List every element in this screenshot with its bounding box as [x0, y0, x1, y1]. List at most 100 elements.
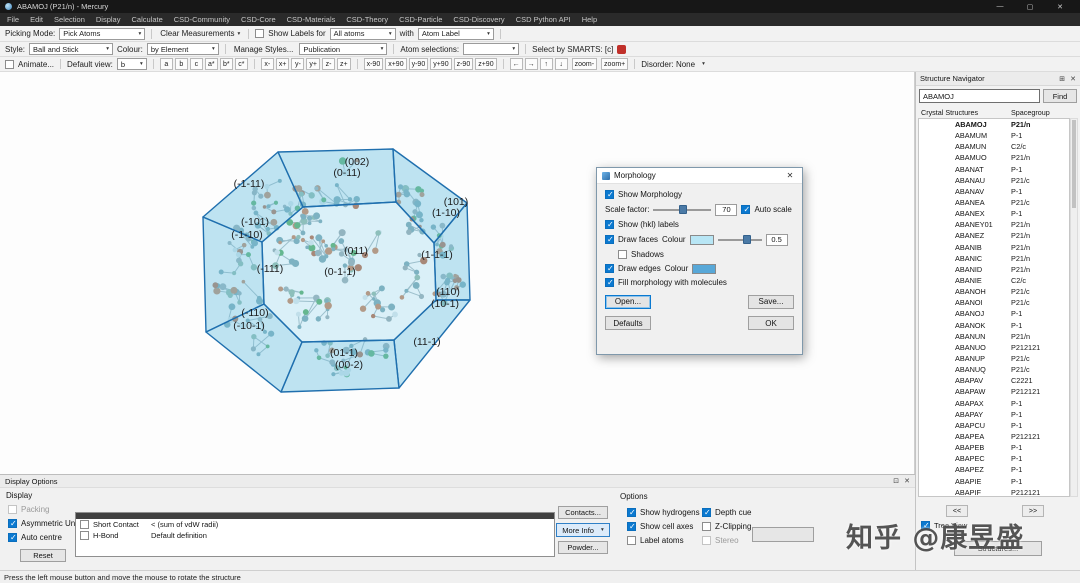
structure-row[interactable]: ABANUPP21/c [919, 353, 1069, 364]
axis-view-button[interactable]: c* [235, 58, 248, 70]
maximize-icon[interactable]: ▢ [1015, 3, 1045, 11]
structure-row[interactable]: ABANUQP21/c [919, 364, 1069, 375]
defaults-button[interactable]: Defaults [605, 316, 651, 330]
structure-row[interactable]: ABAPIFP212121 [919, 487, 1069, 497]
scale-factor-input[interactable]: 70 [715, 204, 737, 216]
structure-row[interactable]: ABANOJP-1 [919, 308, 1069, 319]
contact-checkbox[interactable] [80, 531, 89, 540]
animate-checkbox[interactable] [5, 60, 14, 69]
menu-item[interactable]: CSD Python API [516, 15, 571, 24]
rotate-button[interactable]: z+90 [475, 58, 496, 70]
scrollbar-thumb[interactable] [1072, 120, 1076, 208]
rotate-button[interactable]: x-90 [364, 58, 384, 70]
edges-colour-swatch[interactable] [692, 264, 716, 274]
structure-row[interactable]: ABAPAYP-1 [919, 409, 1069, 420]
slider-handle[interactable] [679, 205, 687, 214]
structure-row[interactable]: ABANAUP21/c [919, 175, 1069, 186]
menu-item[interactable]: Display [96, 15, 121, 24]
translate-button[interactable]: y- [291, 58, 304, 70]
menu-item[interactable]: Edit [30, 15, 43, 24]
stereo-checkbox[interactable] [702, 536, 711, 545]
menu-item[interactable]: CSD-Core [241, 15, 276, 24]
menu-item[interactable]: CSD-Community [174, 15, 230, 24]
structure-row[interactable]: ABAMUNC2/c [919, 141, 1069, 152]
translate-button[interactable]: z+ [337, 58, 351, 70]
dock-panel-icon[interactable]: ⊡ [893, 477, 899, 485]
show-cell-axes-checkbox[interactable] [627, 522, 636, 531]
label-type-select[interactable]: Atom Label▾ [418, 28, 494, 40]
structure-row[interactable]: ABANAVP-1 [919, 186, 1069, 197]
float-panel-icon[interactable]: ⊞ [1059, 75, 1065, 83]
manage-styles-button[interactable]: Manage Styles... [232, 45, 296, 54]
contacts-button[interactable]: Contacts... [558, 506, 608, 519]
save-button[interactable]: Save... [748, 295, 794, 309]
contact-list[interactable]: Short Contact< (sum of vdW radii)H-BondD… [75, 512, 555, 557]
arrow-button[interactable]: ← [510, 58, 523, 70]
contact-checkbox[interactable] [80, 520, 89, 529]
default-view-select[interactable]: b▾ [117, 58, 147, 70]
fill-morphology-checkbox[interactable] [605, 278, 614, 287]
faces-opacity-slider[interactable] [718, 234, 762, 245]
arrow-button[interactable]: ↓ [555, 58, 568, 70]
translate-button[interactable]: x+ [276, 58, 290, 70]
close-panel-icon[interactable]: ✕ [904, 477, 910, 485]
structure-row[interactable]: ABAMUMP-1 [919, 130, 1069, 141]
colour-select[interactable]: by Element▾ [147, 43, 219, 55]
spacegroup-column-header[interactable]: Spacegroup [1011, 108, 1050, 118]
structure-row[interactable]: ABAPEAP212121 [919, 431, 1069, 442]
menu-item[interactable]: File [7, 15, 19, 24]
structure-row[interactable]: ABANIBP21/n [919, 242, 1069, 253]
structure-row[interactable]: ABAMUOP21/n [919, 152, 1069, 163]
translate-button[interactable]: y+ [306, 58, 320, 70]
slider-handle[interactable] [743, 235, 751, 244]
atom-selections-select[interactable]: ▾ [463, 43, 519, 55]
contact-row[interactable]: Short Contact< (sum of vdW radii) [76, 519, 554, 530]
dialog-title-bar[interactable]: Morphology ✕ [597, 168, 802, 184]
shadows-checkbox[interactable] [618, 250, 627, 259]
structure-row[interactable]: ABANEAP21/c [919, 197, 1069, 208]
rotate-button[interactable]: x+90 [385, 58, 406, 70]
structure-row[interactable]: ABANOKP-1 [919, 320, 1069, 331]
structure-row[interactable]: ABAPAWP212121 [919, 386, 1069, 397]
structure-row[interactable]: ABAPAVC2221 [919, 375, 1069, 386]
rotate-button[interactable]: y-90 [409, 58, 429, 70]
structure-list[interactable]: ABAMOJP21/nABAMUMP-1ABAMUNC2/cABAMUOP21/… [918, 118, 1070, 497]
menu-item[interactable]: CSD-Particle [399, 15, 442, 24]
auto-scale-checkbox[interactable] [741, 205, 750, 214]
faces-opacity-input[interactable]: 0.5 [766, 234, 788, 246]
packing-checkbox[interactable] [8, 505, 17, 514]
show-labels-checkbox[interactable] [255, 29, 264, 38]
structure-row[interactable]: ABANIDP21/n [919, 264, 1069, 275]
translate-button[interactable]: x- [261, 58, 274, 70]
structure-row[interactable]: ABANUOP212121 [919, 342, 1069, 353]
open-button[interactable]: Open... [605, 295, 651, 309]
structure-row[interactable]: ABAPAXP-1 [919, 398, 1069, 409]
axis-view-button[interactable]: a [160, 58, 173, 70]
clear-measurements-button[interactable]: Clear Measurements▾ [158, 29, 242, 38]
faces-colour-swatch[interactable] [690, 235, 714, 245]
rotate-button[interactable]: z-90 [454, 58, 474, 70]
menu-item[interactable]: Selection [54, 15, 85, 24]
menu-item[interactable]: CSD-Theory [346, 15, 388, 24]
structure-row[interactable]: ABAPEBP-1 [919, 442, 1069, 453]
asymmetric-unit-checkbox[interactable] [8, 519, 17, 528]
label-target-select[interactable]: All atoms▾ [330, 28, 396, 40]
depth-cue-checkbox[interactable] [702, 508, 711, 517]
structure-row[interactable]: ABANICP21/n [919, 253, 1069, 264]
powder-button[interactable]: Powder... [558, 541, 608, 554]
zoom-out-button[interactable]: zoom- [572, 58, 597, 70]
close-icon[interactable]: ✕ [1045, 3, 1075, 11]
axis-view-button[interactable]: c [190, 58, 203, 70]
scale-factor-slider[interactable] [653, 204, 711, 215]
structure-row[interactable]: ABANEY01P21/n [919, 219, 1069, 230]
menu-item[interactable]: CSD-Discovery [453, 15, 504, 24]
ok-button[interactable]: OK [748, 316, 794, 330]
zoom-in-button[interactable]: zoom+ [601, 58, 628, 70]
structure-row[interactable]: ABAPECP-1 [919, 453, 1069, 464]
structure-row[interactable]: ABANOIP21/c [919, 297, 1069, 308]
menu-item[interactable]: CSD-Materials [287, 15, 336, 24]
structure-row[interactable]: ABAPIEP-1 [919, 476, 1069, 487]
name-column-header[interactable]: Crystal Structures [921, 108, 1011, 118]
arrow-button[interactable]: → [525, 58, 538, 70]
style-select[interactable]: Ball and Stick▾ [29, 43, 113, 55]
